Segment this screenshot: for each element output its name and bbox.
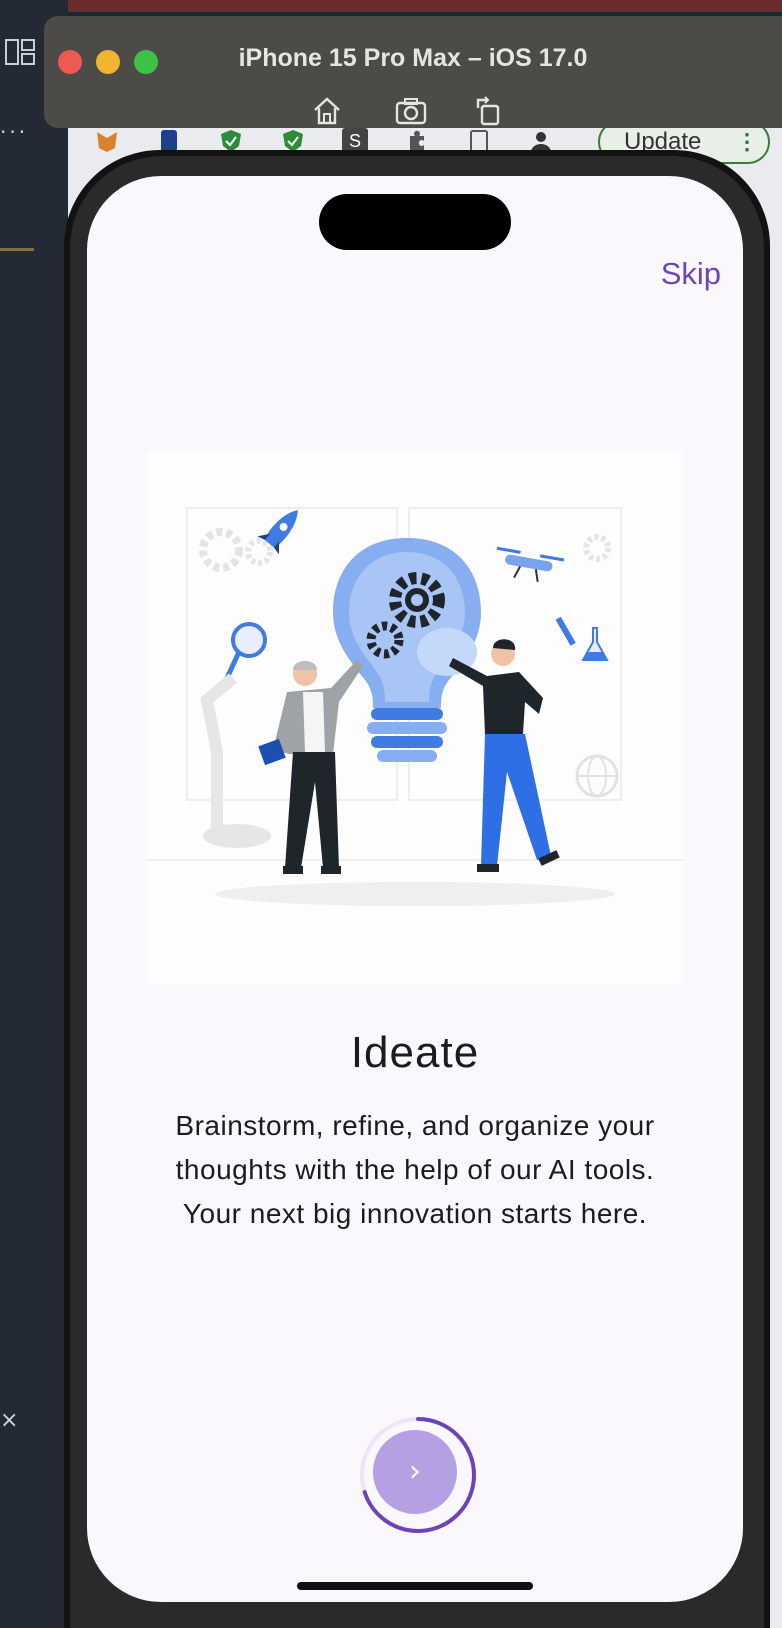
divider — [0, 248, 34, 251]
fox-extension-icon[interactable] — [94, 128, 120, 154]
ideate-illustration-icon — [147, 507, 683, 906]
more-icon[interactable]: ··· — [0, 120, 28, 144]
simulator-titlebar: iPhone 15 Pro Max – iOS 17.0 — [44, 16, 782, 128]
dynamic-island — [319, 194, 511, 250]
screenshot-icon[interactable] — [394, 94, 428, 128]
kebab-menu-icon[interactable]: ⋮ — [736, 122, 758, 162]
desktop-top-strip — [0, 0, 782, 12]
skip-button[interactable]: Skip — [661, 256, 721, 292]
next-button[interactable]: › — [373, 1430, 457, 1514]
home-indicator — [297, 1582, 533, 1590]
onboarding-illustration — [147, 452, 683, 984]
home-icon[interactable] — [310, 94, 344, 128]
editor-sidebar: ··· × — [0, 0, 68, 1628]
phone-screen: Skip Ideate Brainstorm, refine, and orga… — [87, 176, 743, 1602]
onboarding-title: Ideate — [350, 1028, 480, 1077]
close-icon[interactable]: × — [0, 1408, 18, 1433]
rotate-icon[interactable] — [472, 94, 506, 128]
layout-icon[interactable] — [4, 36, 36, 68]
next-progress-ring: › — [355, 1412, 481, 1538]
onboarding-description: Brainstorm, refine, and organize your th… — [175, 1110, 655, 1229]
simulator-title: iPhone 15 Pro Max – iOS 17.0 — [238, 44, 588, 72]
